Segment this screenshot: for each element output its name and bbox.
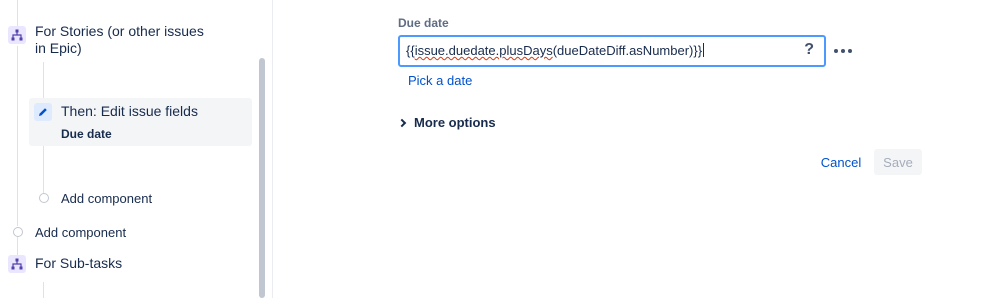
- chevron-right-icon: [397, 118, 407, 127]
- connector-line: [43, 62, 44, 98]
- cancel-button[interactable]: Cancel: [813, 149, 869, 175]
- pick-a-date-link[interactable]: Pick a date: [408, 73, 472, 88]
- branch-subtasks-label[interactable]: For Sub-tasks: [35, 255, 122, 272]
- text-caret: [703, 43, 705, 57]
- connector-line: [17, 46, 18, 226]
- add-component-outer[interactable]: Add component: [35, 225, 126, 240]
- add-component-dot: [13, 227, 23, 237]
- connector-line: [17, 237, 18, 255]
- action-title: Then: Edit issue fields: [61, 103, 198, 119]
- action-subtitle: Due date: [61, 127, 112, 141]
- rule-sidebar: For Stories (or other issues in Epic) Th…: [0, 0, 273, 298]
- branch-stories-label[interactable]: For Stories (or other issues in Epic): [35, 23, 215, 57]
- input-prefix: {{: [406, 43, 415, 58]
- add-component-dot: [39, 193, 49, 203]
- input-underlined-text: issue.duedate.plusDays: [414, 43, 553, 58]
- add-component-inner[interactable]: Add component: [61, 191, 152, 206]
- scrollbar-thumb[interactable]: [259, 58, 265, 298]
- more-options-toggle[interactable]: More options: [397, 115, 496, 130]
- pencil-icon: [34, 103, 52, 121]
- more-options-label: More options: [414, 115, 496, 130]
- due-date-label: Due date: [398, 16, 449, 30]
- due-date-input[interactable]: {{issue.duedate.plusDays(dueDateDiff.asN…: [398, 35, 826, 67]
- due-date-input-value[interactable]: {{issue.duedate.plusDays(dueDateDiff.asN…: [406, 43, 705, 58]
- branch-icon: [8, 26, 26, 44]
- connector-line: [17, 0, 18, 26]
- connector-line: [43, 146, 44, 193]
- help-icon[interactable]: ?: [804, 41, 814, 59]
- branch-icon: [8, 255, 26, 273]
- connector-line: [43, 282, 44, 298]
- save-button[interactable]: Save: [874, 149, 922, 175]
- input-suffix: (dueDateDiff.asNumber)}}: [552, 43, 703, 58]
- more-actions-icon[interactable]: [834, 43, 852, 59]
